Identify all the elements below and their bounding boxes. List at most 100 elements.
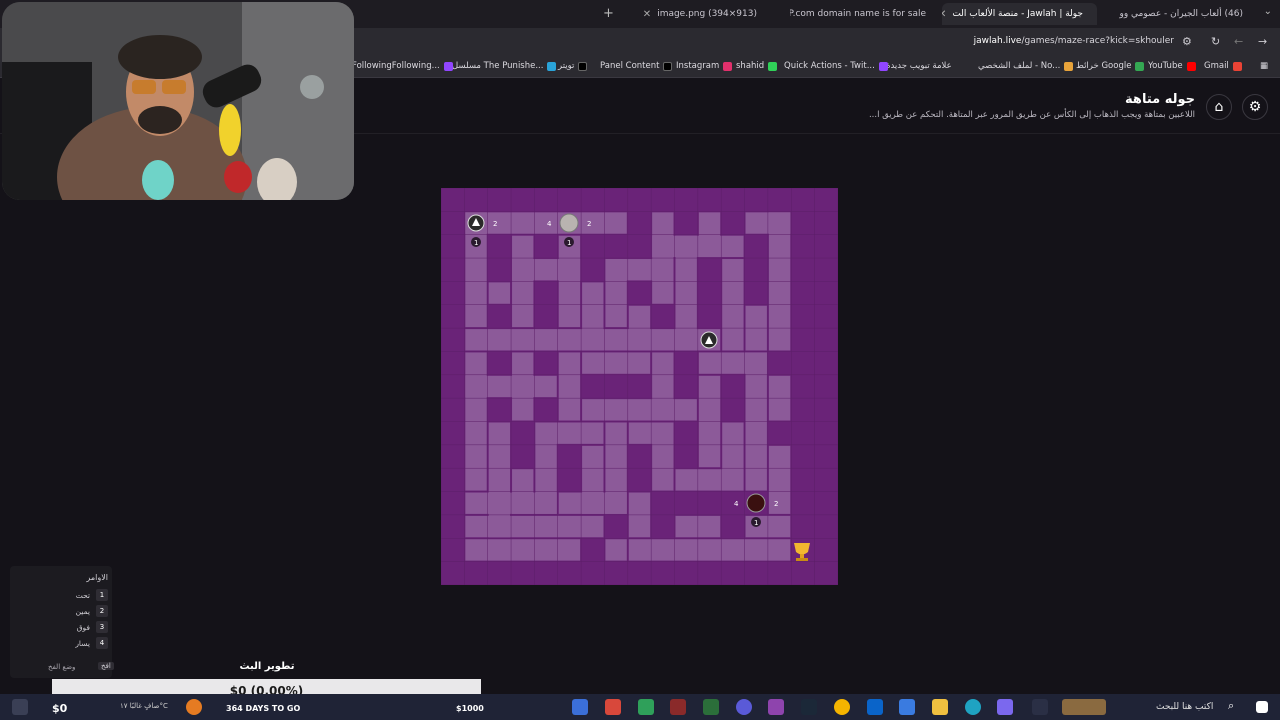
instagram-icon [723, 61, 733, 71]
url-field[interactable]: jawlah.live/games/maze-race?kick=skhoule… [974, 36, 1174, 46]
tab-pp[interactable]: PP.com domain name is for sale ✕ [790, 3, 940, 25]
new-tab-button[interactable]: + [603, 6, 614, 21]
site-icon [547, 61, 557, 71]
command-row: تحت 1 [76, 589, 108, 601]
page-description: اللاعبين بمتاهة ويجب الذهاب إلى الكأس عن… [868, 110, 1195, 120]
app-icon[interactable] [768, 699, 784, 715]
search-icon[interactable]: ⌕ [1228, 699, 1244, 715]
move-label: 4 [547, 220, 552, 228]
tab-image[interactable]: image.png (394×913) ✕ [625, 3, 765, 25]
app-icon[interactable] [638, 699, 654, 715]
player-piece [559, 213, 579, 233]
edge-icon[interactable] [965, 699, 981, 715]
weather-text: صافٍ غالبًا ١٧°C [120, 702, 168, 710]
bookmark-following[interactable]: FollowingFollowing... [352, 61, 453, 71]
youtube-icon [1186, 61, 1196, 71]
command-label: فوق [76, 622, 90, 632]
bookmark-instagram[interactable]: Instagram [676, 61, 733, 71]
move-label: 1 [567, 239, 571, 247]
app-icon[interactable] [670, 699, 686, 715]
maze-corridor [582, 282, 604, 351]
tab-jiran[interactable]: (46) ألعاب الجيران - عصومي وو [1112, 3, 1257, 25]
maze-corridor [582, 399, 697, 421]
trophy-icon [794, 543, 810, 561]
gmail-icon [1232, 61, 1242, 71]
command-key: 4 [96, 637, 108, 649]
tab-title: (46) ألعاب الجيران - عصومي وو [1119, 9, 1243, 19]
command-row: يسار 4 [75, 637, 108, 649]
command-key: 1 [96, 589, 108, 601]
gear-icon: ⚙ [1248, 99, 1262, 115]
site-settings-icon[interactable]: ⚙ [1182, 35, 1192, 48]
bookmark-twitter[interactable]: تويتر [558, 61, 588, 71]
command-row: يمين 2 [76, 605, 108, 617]
command-label: يسار [75, 638, 90, 648]
store-icon[interactable] [899, 699, 915, 715]
goal-start: $0 [52, 702, 68, 715]
bookmark-label: Instagram [676, 61, 720, 71]
bookmark-label: تويتر [558, 61, 575, 71]
maze-corridor [488, 282, 511, 304]
bookmark-label: لملف الشخصي - No... [978, 61, 1061, 71]
maze-corridor [652, 352, 674, 421]
maze-corridor [768, 445, 791, 514]
notifications-icon[interactable] [12, 699, 28, 715]
close-icon[interactable]: ✕ [942, 9, 946, 20]
excel-icon[interactable] [703, 699, 719, 715]
task-view-icon[interactable] [1032, 699, 1048, 715]
folder-icon[interactable] [932, 699, 948, 715]
forward-icon[interactable]: ← [1234, 35, 1243, 48]
home-button[interactable]: ⌂ [1206, 94, 1232, 120]
steam-icon[interactable] [801, 699, 817, 715]
move-label: 2 [493, 220, 497, 228]
reload-icon[interactable]: ↻ [1211, 35, 1220, 48]
settings-button[interactable]: ⚙ [1242, 94, 1268, 120]
close-icon[interactable]: ✕ [643, 9, 651, 20]
maze-corridor [512, 352, 534, 421]
bookmark-youtube[interactable]: YouTube [1148, 61, 1196, 71]
bookmark-profile[interactable]: لملف الشخصي - No... [978, 61, 1074, 71]
url-path: /games/maze-race?kick=skhouler [1021, 36, 1174, 46]
app-icon[interactable] [572, 699, 588, 715]
windows-start-icon[interactable] [1256, 701, 1268, 713]
maze-corridor [652, 422, 674, 491]
tab-list-icon[interactable]: ⌄ [1264, 6, 1272, 17]
url-domain: jawlah.live [973, 36, 1022, 46]
chrome-icon[interactable] [834, 699, 850, 715]
bookmark-label: Gmail [1204, 61, 1229, 71]
maze-corridor [605, 539, 627, 561]
taskbar-search[interactable]: اكتب هنا للبحث [1156, 702, 1213, 712]
tab-jawlah[interactable]: جولة | Jawlah - منصة الألعاب الت ✕ [942, 3, 1097, 25]
bookmark-panel-content[interactable]: Panel Content [600, 61, 673, 71]
windows-taskbar: $0 364 DAYS TO GO $1000 صافٍ غالبًا ١٧°C… [0, 694, 1280, 720]
apps-grid-icon[interactable]: ▦ [1260, 61, 1268, 71]
maze-corridor [558, 352, 581, 421]
profile-icon [1064, 61, 1074, 71]
app-icon[interactable] [736, 699, 752, 715]
move-label: 1 [474, 239, 478, 247]
maze-corridor [465, 539, 581, 561]
app-icon[interactable] [605, 699, 621, 715]
back-icon[interactable]: → [1258, 35, 1267, 48]
goal-end: $1000 [456, 704, 484, 713]
search-highlight-icon [1062, 699, 1106, 715]
bookmark-label: FollowingFollowing... [352, 61, 440, 71]
bookmark-shahid[interactable]: shahid [736, 61, 778, 71]
bookmark-maps[interactable]: خرائط Google [1076, 61, 1145, 71]
bookmark-label: shahid [736, 61, 765, 71]
outlook-icon[interactable] [867, 699, 883, 715]
bookmark-punisher[interactable]: مسلسل The Punishe... [452, 61, 557, 71]
maze-corridor [628, 539, 791, 561]
command-label: يمين [75, 606, 90, 616]
app-icon[interactable] [997, 699, 1013, 715]
maze-grid: 2 1 4 2 1 4 2 1 [441, 188, 838, 585]
bookmark-new-tab[interactable]: علامة تبويب جديدة [886, 61, 952, 71]
command-row: فوق 3 [77, 621, 108, 633]
bookmark-gmail[interactable]: Gmail [1204, 61, 1242, 71]
bookmark-quick-actions[interactable]: Quick Actions - Twit... [784, 61, 888, 71]
command-key: 3 [96, 621, 108, 633]
command-key: 2 [96, 605, 108, 617]
player-piece [746, 493, 766, 513]
weather-icon[interactable] [186, 699, 202, 715]
streamer-camera-image [2, 2, 354, 200]
